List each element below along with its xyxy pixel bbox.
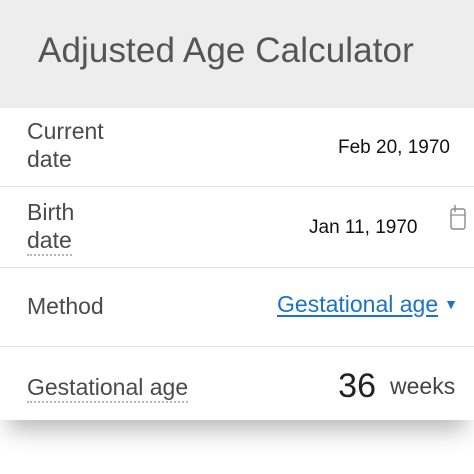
- gestational-age-input[interactable]: 36: [300, 367, 376, 406]
- birth-date-label: Birth date: [27, 198, 75, 256]
- calendar-icon[interactable]: [450, 202, 466, 230]
- birth-date-row: Birth date Jan 11, 1970: [0, 187, 474, 268]
- birth-date-label-underlined: date: [27, 227, 72, 256]
- method-label: Method: [27, 293, 104, 319]
- method-select[interactable]: Gestational age ▼: [277, 291, 458, 318]
- birth-date-label-line2: date: [27, 226, 74, 256]
- current-date-value: Feb 20, 1970: [338, 137, 450, 158]
- chevron-down-icon[interactable]: ▼: [444, 296, 458, 312]
- current-date-label-line1: Current: [27, 118, 104, 144]
- current-date-row: Current date Feb 20, 1970: [0, 108, 474, 187]
- current-date-label: Current date: [27, 117, 104, 173]
- calculator-title: Adjusted Age Calculator: [38, 31, 414, 70]
- gestational-age-label-text: Gestational age: [27, 374, 189, 403]
- birth-date-value[interactable]: Jan 11, 1970: [309, 217, 417, 239]
- method-selected-value[interactable]: Gestational age: [277, 291, 438, 317]
- calculator-card: Adjusted Age Calculator Current date Feb…: [0, 0, 474, 420]
- birth-date-label-line1: Birth: [27, 199, 75, 225]
- current-date-label-line2: date: [27, 146, 72, 172]
- gestational-age-label: Gestational age: [27, 373, 189, 403]
- gestational-age-unit: weeks: [390, 373, 456, 399]
- calculator-header: Adjusted Age Calculator: [0, 0, 474, 108]
